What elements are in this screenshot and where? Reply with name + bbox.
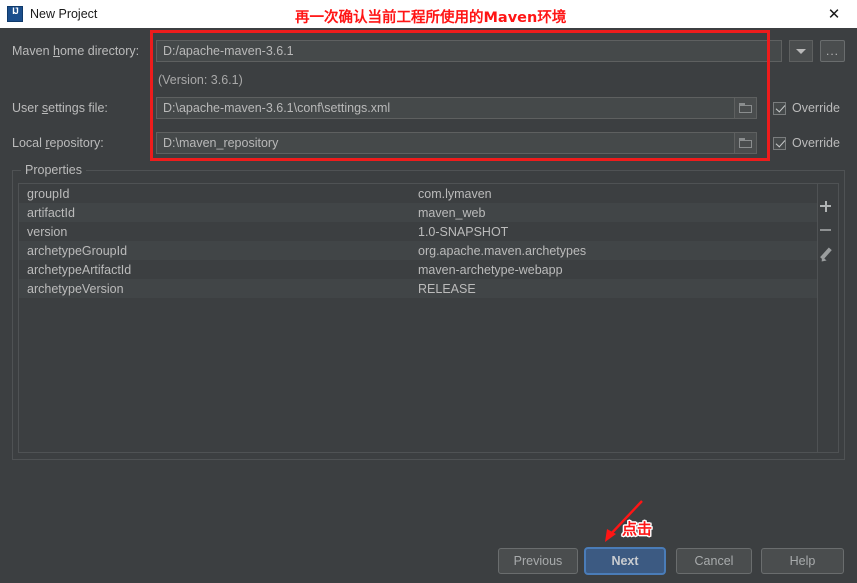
remove-property-button[interactable] bbox=[814, 218, 838, 242]
local-repository-override-label: Override bbox=[792, 136, 840, 150]
add-property-button[interactable] bbox=[814, 194, 838, 218]
property-value: maven_web bbox=[418, 205, 486, 220]
local-repository-value: D:\maven_repository bbox=[163, 136, 279, 150]
user-settings-label: User settings file: bbox=[12, 101, 108, 115]
maven-home-label-row: Maven home directory: bbox=[12, 40, 139, 62]
maven-home-browse-button[interactable]: ... bbox=[820, 40, 845, 62]
local-repository-input[interactable]: D:\maven_repository bbox=[156, 132, 757, 154]
property-value: RELEASE bbox=[418, 281, 476, 296]
table-row[interactable]: archetypeVersion RELEASE bbox=[19, 279, 817, 298]
chevron-down-icon bbox=[796, 48, 806, 54]
local-repository-browse-button[interactable] bbox=[734, 133, 756, 153]
folder-icon bbox=[739, 138, 752, 148]
dialog-button-bar: Previous Next Cancel Help bbox=[0, 545, 857, 575]
user-settings-override-checkbox[interactable]: Override bbox=[773, 97, 840, 119]
property-key: artifactId bbox=[27, 205, 75, 220]
checkbox-checked-icon bbox=[773, 136, 786, 150]
window-title: New Project bbox=[30, 7, 98, 21]
user-settings-input[interactable]: D:\apache-maven-3.6.1\conf\settings.xml bbox=[156, 97, 757, 119]
checkbox-checked-icon bbox=[773, 101, 786, 115]
property-value: org.apache.maven.archetypes bbox=[418, 243, 587, 258]
maven-home-input[interactable]: D:/apache-maven-3.6.1 bbox=[156, 40, 782, 62]
user-settings-label-row: User settings file: bbox=[12, 97, 108, 119]
table-row[interactable]: archetypeArtifactId maven-archetype-weba… bbox=[19, 260, 817, 279]
local-repository-label: Local repository: bbox=[12, 136, 104, 150]
new-project-dialog: New Project ✕ Maven home directory: D:/a… bbox=[0, 0, 857, 583]
table-row[interactable]: artifactId maven_web bbox=[19, 203, 817, 222]
user-settings-browse-button[interactable] bbox=[734, 98, 756, 118]
properties-legend: Properties bbox=[21, 163, 86, 177]
user-settings-override-label: Override bbox=[792, 101, 840, 115]
properties-group: Properties groupId com.lymaven artifactI… bbox=[12, 163, 845, 460]
properties-table[interactable]: groupId com.lymaven artifactId maven_web… bbox=[18, 183, 818, 453]
table-row[interactable]: archetypeGroupId org.apache.maven.archet… bbox=[19, 241, 817, 260]
property-value: com.lymaven bbox=[418, 186, 492, 201]
maven-home-label: Maven home directory: bbox=[12, 44, 140, 58]
property-value: 1.0-SNAPSHOT bbox=[418, 224, 509, 239]
property-key: version bbox=[27, 224, 68, 239]
local-repository-override-checkbox[interactable]: Override bbox=[773, 132, 840, 154]
maven-version-note: (Version: 3.6.1) bbox=[158, 73, 243, 87]
table-row[interactable]: groupId com.lymaven bbox=[19, 184, 817, 203]
local-repository-label-row: Local repository: bbox=[12, 132, 104, 154]
user-settings-value: D:\apache-maven-3.6.1\conf\settings.xml bbox=[163, 101, 391, 115]
property-key: groupId bbox=[27, 186, 70, 201]
previous-button[interactable]: Previous bbox=[498, 548, 578, 574]
intellij-idea-logo-icon bbox=[7, 6, 23, 22]
annotation-top-note: 再一次确认当前工程所使用的Maven环境 bbox=[295, 10, 567, 26]
maven-settings-form: Maven home directory: D:/apache-maven-3.… bbox=[0, 28, 857, 163]
property-value: maven-archetype-webapp bbox=[418, 262, 563, 277]
pencil-icon bbox=[819, 248, 832, 261]
next-button[interactable]: Next bbox=[585, 548, 665, 574]
close-icon[interactable]: ✕ bbox=[811, 0, 857, 28]
property-key: archetypeArtifactId bbox=[27, 262, 132, 277]
maven-home-dropdown-button[interactable] bbox=[789, 40, 813, 62]
cancel-button[interactable]: Cancel bbox=[676, 548, 752, 574]
help-button[interactable]: Help bbox=[761, 548, 844, 574]
annotation-click-note: 点击 bbox=[622, 520, 653, 538]
edit-property-button[interactable] bbox=[814, 242, 838, 266]
properties-toolbar bbox=[813, 183, 839, 453]
property-key: archetypeVersion bbox=[27, 281, 124, 296]
folder-icon bbox=[739, 103, 752, 113]
property-key: archetypeGroupId bbox=[27, 243, 128, 258]
table-row[interactable]: version 1.0-SNAPSHOT bbox=[19, 222, 817, 241]
